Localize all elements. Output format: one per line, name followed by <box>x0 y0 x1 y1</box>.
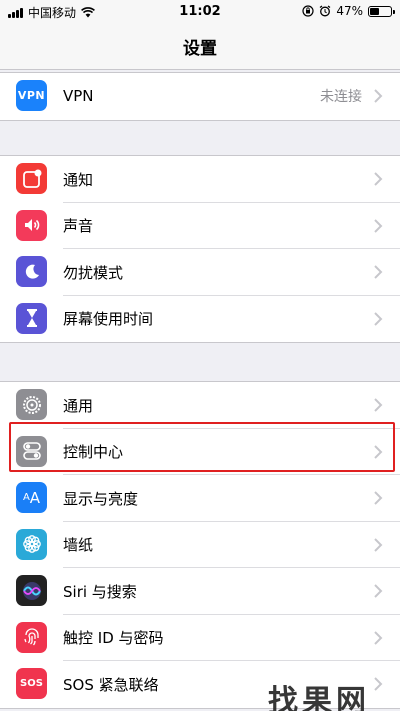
settings-row-label: 屏幕使用时间 <box>63 310 154 329</box>
settings-row-label: SOS 紧急联络 <box>63 675 159 694</box>
settings-row-label: 触控 ID 与密码 <box>63 629 164 648</box>
settings-row-label: Siri 与搜索 <box>63 582 137 601</box>
settings-row-display-brightness[interactable]: AA 显示与亮度 <box>0 475 400 522</box>
settings-row-label: 显示与亮度 <box>63 489 139 508</box>
settings-row-general[interactable]: 通用 <box>0 382 400 429</box>
fingerprint-icon <box>16 621 47 653</box>
chevron-right-icon <box>374 172 383 186</box>
moon-icon <box>16 256 47 287</box>
chevron-right-icon <box>374 311 383 326</box>
alarm-icon <box>319 5 331 17</box>
battery-percent: 47% <box>336 4 363 18</box>
vpn-status-value: 未连接 <box>320 89 362 106</box>
settings-row-do-not-disturb[interactable]: 勿扰模式 <box>0 249 400 296</box>
chevron-right-icon <box>374 491 383 505</box>
settings-row-vpn[interactable]: VPN VPN 未连接 <box>0 73 400 120</box>
chevron-right-icon <box>374 630 383 645</box>
chevron-right-icon <box>374 537 383 552</box>
settings-row-label: 控制中心 <box>63 443 124 462</box>
chevron-right-icon <box>374 398 383 412</box>
settings-row-siri-search[interactable]: Siri 与搜索 <box>0 568 400 615</box>
watermark: 找果网 <box>268 684 370 711</box>
settings-group-alerts: 通知 声音 勿扰模式 屏幕使用时间 <box>0 155 400 343</box>
siri-icon <box>16 575 47 606</box>
sos-icon: SOS <box>16 668 47 699</box>
notifications-icon <box>16 163 47 194</box>
settings-row-label: 墙纸 <box>63 536 94 555</box>
chevron-right-icon <box>374 677 383 691</box>
settings-row-label: 声音 <box>63 217 94 236</box>
chevron-right-icon <box>374 265 383 279</box>
chevron-right-icon <box>374 444 383 459</box>
toggles-icon <box>16 435 47 467</box>
chevron-right-icon <box>374 584 383 598</box>
text-size-icon: AA <box>16 482 47 513</box>
page-title: 设置 <box>183 39 217 59</box>
chevron-right-icon <box>374 218 383 233</box>
settings-row-control-center[interactable]: 控制中心 <box>0 429 400 475</box>
settings-row-sounds[interactable]: 声音 <box>0 203 400 249</box>
vpn-icon: VPN <box>16 80 47 111</box>
settings-group-vpn: VPN VPN 未连接 <box>0 72 400 121</box>
settings-row-label: 通用 <box>63 396 94 415</box>
gear-icon <box>16 389 47 420</box>
settings-group-general: 通用 控制中心 AA 显示与亮度 墙纸 Siri 与搜索 触控 ID 与密码 S… <box>0 381 400 709</box>
settings-row-notifications[interactable]: 通知 <box>0 156 400 203</box>
settings-row-label: 通知 <box>63 170 94 189</box>
battery-icon <box>368 5 395 17</box>
status-bar: 中国移动 11:02 47% <box>0 0 400 24</box>
chevron-right-icon <box>374 89 383 103</box>
settings-row-label: 勿扰模式 <box>63 263 124 282</box>
settings-row-screen-time[interactable]: 屏幕使用时间 <box>0 296 400 343</box>
settings-row-wallpaper[interactable]: 墙纸 <box>0 522 400 568</box>
flower-icon <box>16 528 47 560</box>
orientation-lock-icon <box>302 5 314 17</box>
speaker-icon <box>16 209 47 241</box>
settings-row-label: VPN <box>63 87 94 106</box>
hourglass-icon <box>16 302 47 334</box>
settings-row-touch-id-passcode[interactable]: 触控 ID 与密码 <box>0 615 400 661</box>
status-right: 47% <box>302 4 395 18</box>
navigation-bar: 设置 <box>0 24 400 70</box>
